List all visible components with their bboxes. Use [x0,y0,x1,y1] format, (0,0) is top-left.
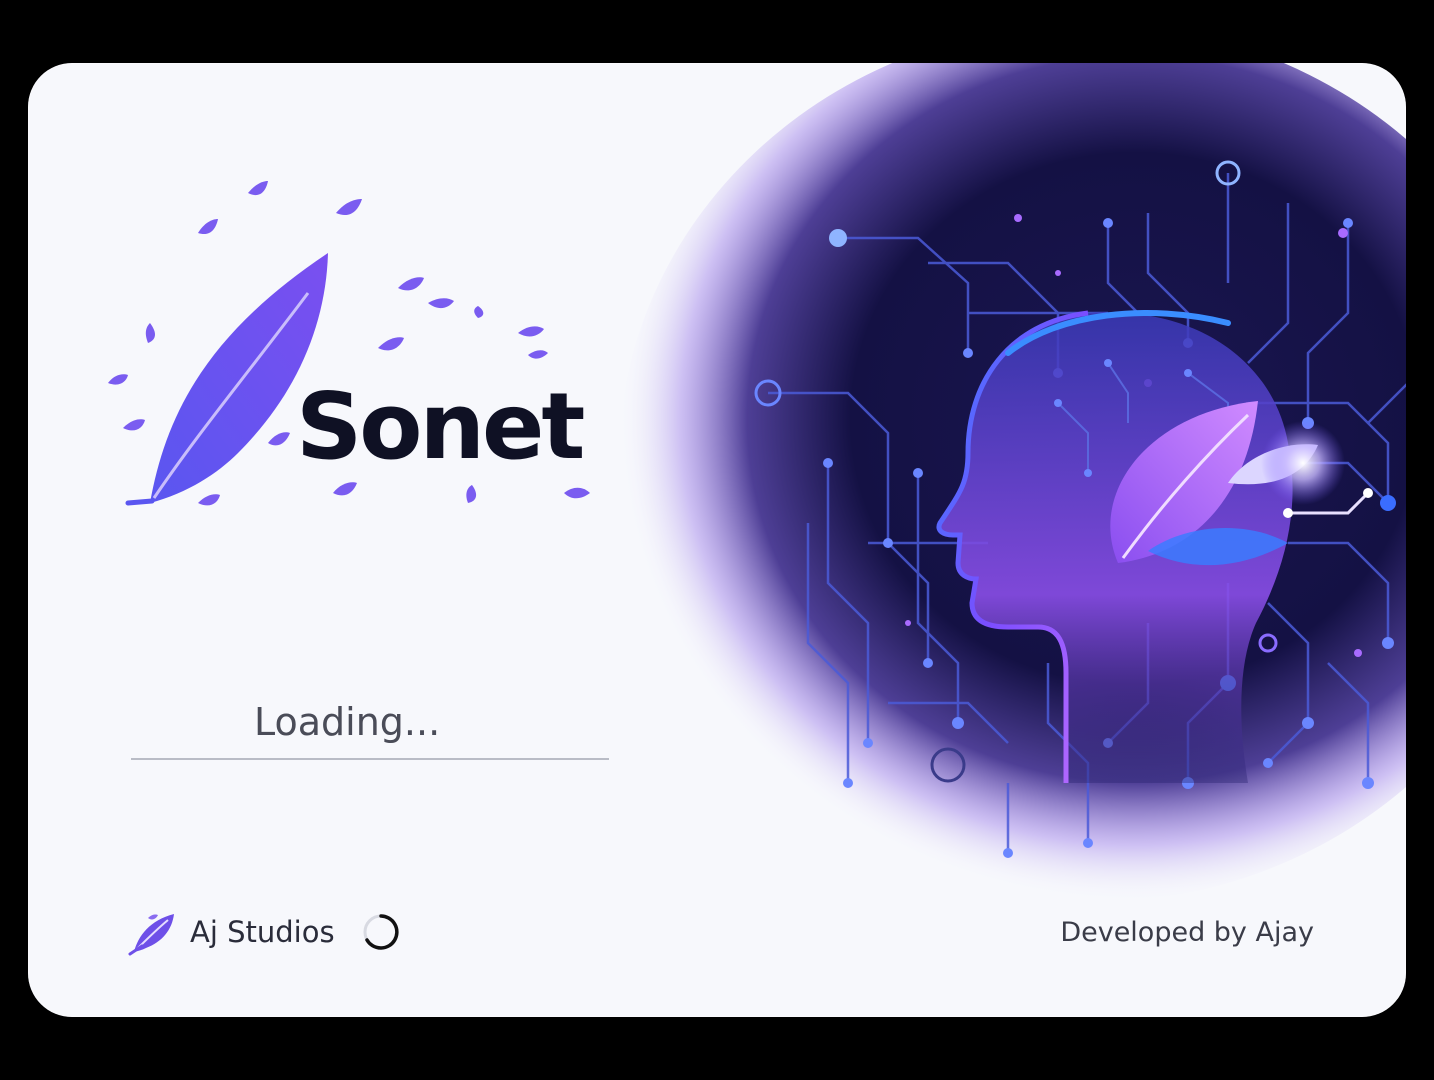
loading-bar [131,758,609,760]
leaf-icon [128,914,174,956]
spinner-icon [363,914,399,950]
studio-credit: Aj Studios [128,908,401,956]
ai-head-circuit-illustration [618,63,1406,903]
loading-label: Loading... [254,700,441,744]
hero-illustration [588,63,1406,1017]
developer-credit: Developed by Ajay [1060,917,1314,948]
app-title: Sonet [296,373,585,480]
splash-screen: Sonet Loading... Aj Studios Developed by… [28,63,1406,1017]
studio-name: Aj Studios [190,915,335,949]
